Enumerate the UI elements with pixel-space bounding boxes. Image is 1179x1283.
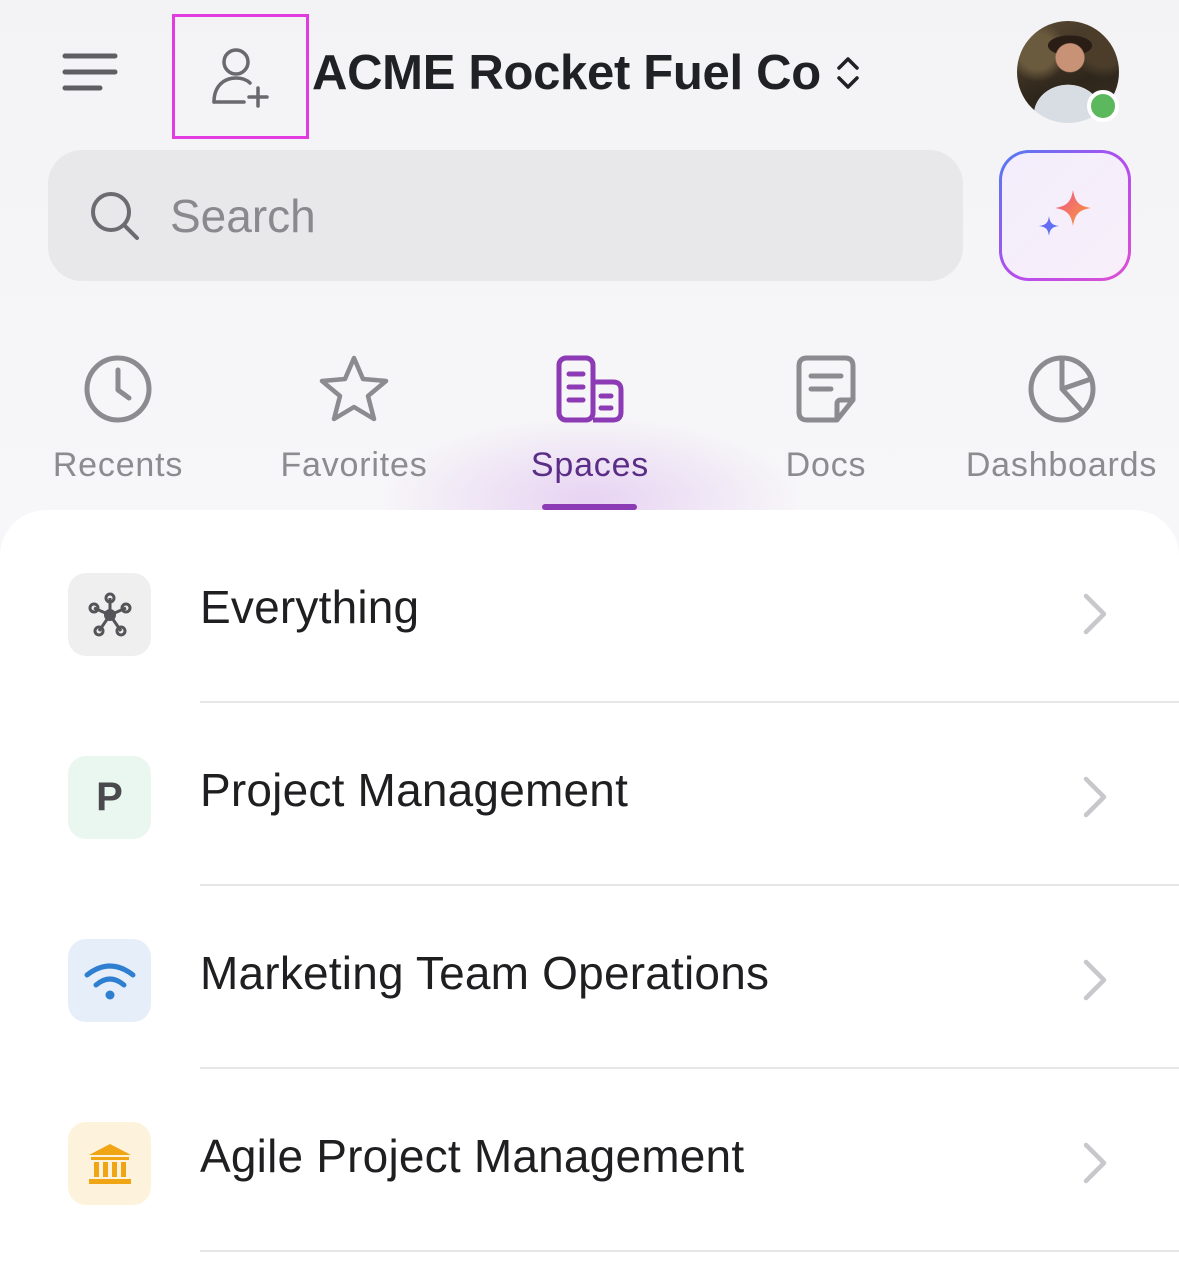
hamburger-icon: [62, 53, 118, 91]
tab-spaces[interactable]: Spaces: [472, 340, 708, 485]
bank-icon: [88, 1143, 131, 1184]
chevron-right-icon: [1083, 776, 1107, 818]
list-item-project-management[interactable]: P Project Management: [0, 703, 1179, 886]
spaces-icon: [556, 355, 624, 423]
pie-chart-icon: [1028, 355, 1095, 423]
space-icon: [68, 573, 151, 656]
hub-icon: [88, 592, 131, 636]
tab-recents[interactable]: Recents: [0, 340, 236, 485]
space-label: Project Management: [200, 764, 629, 816]
tab-label: Docs: [785, 446, 867, 484]
tab-dashboards[interactable]: Dashboards: [944, 340, 1179, 485]
menu-button[interactable]: [56, 42, 124, 102]
tab-label: Recents: [52, 446, 184, 484]
workspace-name: ACME Rocket Fuel Co: [312, 46, 821, 100]
chevron-right-icon: [1083, 593, 1107, 635]
sparkle-icon: [1039, 189, 1091, 236]
workspace-switcher[interactable]: ACME Rocket Fuel Co: [312, 40, 861, 106]
space-label: Everything: [200, 581, 420, 633]
divider: [200, 1250, 1179, 1252]
list-item-agile-project-management[interactable]: Agile Project Management: [0, 1069, 1179, 1252]
online-status-badge: [1087, 90, 1119, 122]
invite-user-button[interactable]: [172, 14, 309, 139]
tab-label: Favorites: [280, 446, 428, 484]
space-icon: [68, 1122, 151, 1205]
space-icon: P: [68, 756, 151, 839]
user-plus-icon: [211, 47, 269, 108]
list-item-everything[interactable]: Everything: [0, 520, 1179, 703]
chevron-right-icon: [1083, 959, 1107, 1001]
list-item-marketing-team-operations[interactable]: Marketing Team Operations: [0, 886, 1179, 1069]
doc-icon: [796, 355, 856, 423]
star-icon: [319, 355, 389, 422]
space-icon: [68, 939, 151, 1022]
spaces-list: Everything P Project Management Marketin…: [0, 510, 1179, 1283]
tab-label: Spaces: [530, 446, 650, 484]
search-input[interactable]: Search: [48, 150, 963, 281]
tab-docs[interactable]: Docs: [708, 340, 944, 485]
wifi-icon: [84, 963, 135, 999]
tab-label: Dashboards: [965, 446, 1158, 484]
chevron-up-down-icon: [837, 57, 859, 89]
clock-icon: [84, 355, 152, 423]
space-label: Marketing Team Operations: [200, 947, 770, 999]
ai-assistant-button[interactable]: [999, 150, 1131, 281]
chevron-right-icon: [1083, 1142, 1107, 1184]
tab-favorites[interactable]: Favorites: [236, 340, 472, 485]
app-screen: ACME Rocket Fuel Co Search Recents Favor…: [0, 0, 1179, 1283]
tab-bar: Recents Favorites Spaces Docs Dashboards: [0, 340, 1179, 510]
space-letter-avatar: P: [96, 775, 123, 819]
search-icon: [91, 191, 139, 240]
search-placeholder: Search: [170, 189, 316, 242]
space-label: Agile Project Management: [200, 1130, 745, 1182]
